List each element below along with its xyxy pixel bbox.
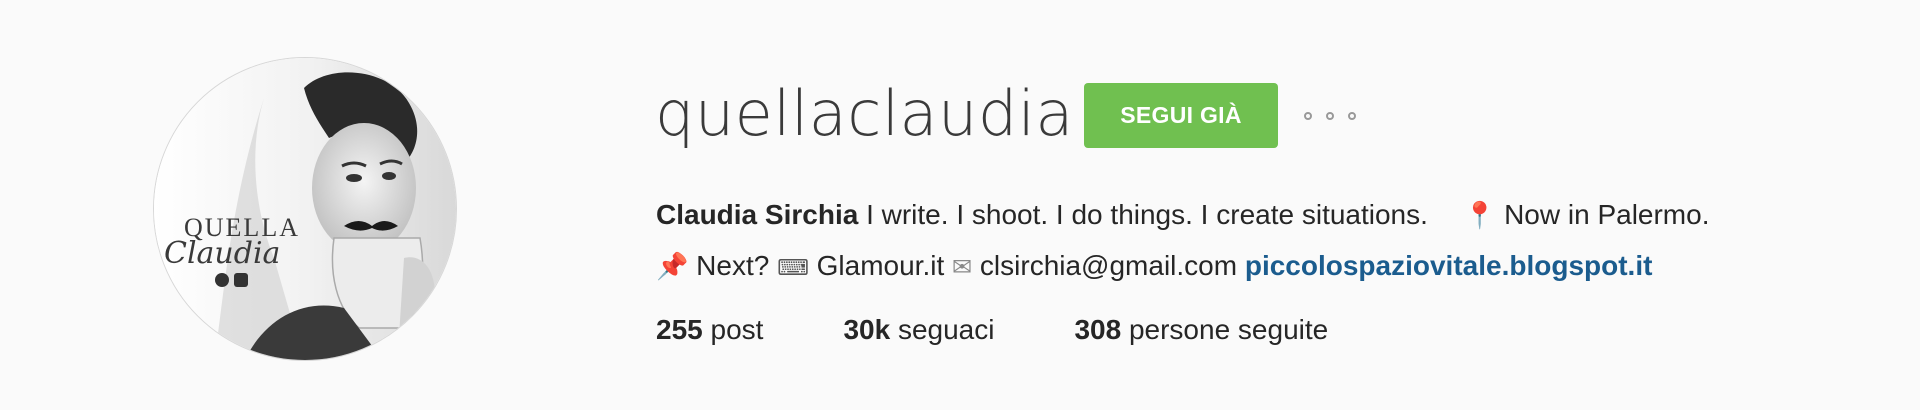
bio-next: Next? — [696, 250, 770, 281]
bio-line-1: Claudia Sirchia I write. I shoot. I do t… — [656, 190, 1896, 241]
following-label: persone seguite — [1128, 314, 1329, 345]
posts-count: 255 — [656, 314, 703, 345]
avatar-image: QUELLA Claudia — [154, 58, 456, 360]
keyboard-icon: ⌨ — [777, 255, 809, 280]
avatar-logo-script: Claudia — [164, 236, 280, 271]
pushpin-icon: 📌 — [656, 252, 689, 282]
full-name: Claudia Sirchia — [656, 199, 859, 230]
following-count: 308 — [1074, 314, 1122, 345]
envelope-icon: ✉ — [952, 254, 973, 281]
followers-count: 30k — [843, 314, 891, 345]
profile-stats: 255 post 30k seguaci 308 persone seguite — [656, 314, 1408, 346]
more-dot-icon — [1326, 112, 1334, 120]
bio-website-link[interactable]: piccolospaziovitale.blogspot.it — [1245, 250, 1653, 281]
more-options-button[interactable] — [1304, 108, 1356, 124]
posts-stat[interactable]: 255 post — [656, 314, 763, 346]
bio-location: Now in Palermo. — [1504, 199, 1710, 230]
profile-header: QUELLA Claudia quellaclaudia SEGUI GIÀ C… — [0, 0, 1920, 410]
followers-label: seguaci — [897, 314, 995, 345]
more-dot-icon — [1348, 112, 1356, 120]
following-stat[interactable]: 308 persone seguite — [1074, 314, 1328, 346]
bio-email: clsirchia@gmail.com — [979, 250, 1238, 281]
followers-stat[interactable]: 30k seguaci — [843, 314, 994, 346]
bio-work: Glamour.it — [816, 250, 945, 281]
username: quellaclaudia — [655, 77, 1074, 150]
posts-label: post — [710, 314, 764, 345]
bio-description: I write. I shoot. I do things. I create … — [866, 199, 1428, 230]
following-button[interactable]: SEGUI GIÀ — [1084, 83, 1278, 148]
bio-line-2: 📌 Next? ⌨ Glamour.it ✉ clsirchia@gmail.c… — [656, 241, 1896, 293]
bio: Claudia Sirchia I write. I shoot. I do t… — [656, 190, 1896, 293]
round-pushpin-icon: 📍 — [1463, 201, 1497, 231]
avatar[interactable]: QUELLA Claudia — [153, 57, 457, 361]
more-dot-icon — [1304, 112, 1312, 120]
